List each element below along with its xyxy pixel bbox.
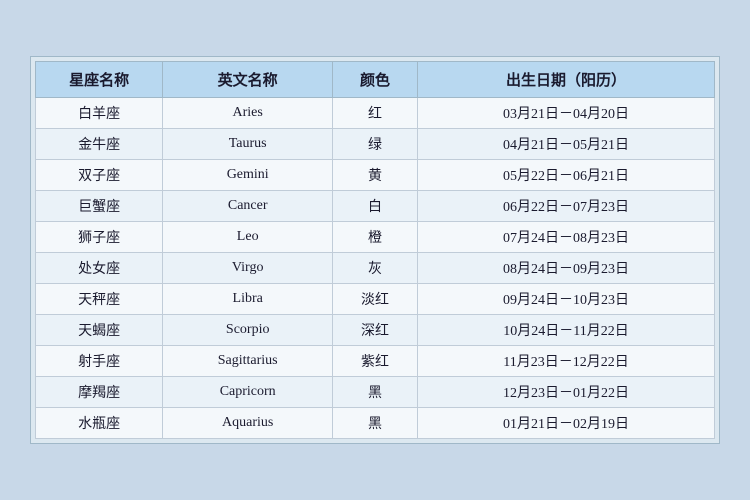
- table-row: 处女座Virgo灰08月24日－09月23日: [36, 253, 715, 284]
- cell-date: 06月22日－07月23日: [417, 191, 714, 222]
- table-header-row: 星座名称 英文名称 颜色 出生日期（阳历）: [36, 62, 715, 98]
- cell-english: Scorpio: [163, 315, 333, 346]
- cell-english: Aquarius: [163, 408, 333, 439]
- cell-chinese: 巨蟹座: [36, 191, 163, 222]
- cell-chinese: 射手座: [36, 346, 163, 377]
- cell-color: 橙: [333, 222, 418, 253]
- cell-date: 11月23日－12月22日: [417, 346, 714, 377]
- cell-color: 白: [333, 191, 418, 222]
- cell-chinese: 金牛座: [36, 129, 163, 160]
- cell-color: 黑: [333, 408, 418, 439]
- cell-date: 09月24日－10月23日: [417, 284, 714, 315]
- cell-date: 01月21日－02月19日: [417, 408, 714, 439]
- table-row: 射手座Sagittarius紫红11月23日－12月22日: [36, 346, 715, 377]
- cell-english: Aries: [163, 98, 333, 129]
- cell-date: 03月21日－04月20日: [417, 98, 714, 129]
- cell-color: 深红: [333, 315, 418, 346]
- table-row: 白羊座Aries红03月21日－04月20日: [36, 98, 715, 129]
- table-row: 天蝎座Scorpio深红10月24日－11月22日: [36, 315, 715, 346]
- cell-english: Libra: [163, 284, 333, 315]
- header-chinese: 星座名称: [36, 62, 163, 98]
- table-row: 金牛座Taurus绿04月21日－05月21日: [36, 129, 715, 160]
- zodiac-table-container: 星座名称 英文名称 颜色 出生日期（阳历） 白羊座Aries红03月21日－04…: [30, 56, 720, 444]
- table-row: 水瓶座Aquarius黑01月21日－02月19日: [36, 408, 715, 439]
- cell-chinese: 水瓶座: [36, 408, 163, 439]
- cell-english: Capricorn: [163, 377, 333, 408]
- cell-english: Virgo: [163, 253, 333, 284]
- cell-chinese: 双子座: [36, 160, 163, 191]
- cell-chinese: 处女座: [36, 253, 163, 284]
- cell-english: Cancer: [163, 191, 333, 222]
- table-row: 双子座Gemini黄05月22日－06月21日: [36, 160, 715, 191]
- cell-english: Sagittarius: [163, 346, 333, 377]
- cell-date: 12月23日－01月22日: [417, 377, 714, 408]
- cell-color: 红: [333, 98, 418, 129]
- cell-color: 淡红: [333, 284, 418, 315]
- cell-date: 04月21日－05月21日: [417, 129, 714, 160]
- cell-chinese: 狮子座: [36, 222, 163, 253]
- cell-date: 05月22日－06月21日: [417, 160, 714, 191]
- table-row: 狮子座Leo橙07月24日－08月23日: [36, 222, 715, 253]
- cell-english: Leo: [163, 222, 333, 253]
- cell-color: 黑: [333, 377, 418, 408]
- cell-date: 08月24日－09月23日: [417, 253, 714, 284]
- header-date: 出生日期（阳历）: [417, 62, 714, 98]
- header-english: 英文名称: [163, 62, 333, 98]
- cell-date: 07月24日－08月23日: [417, 222, 714, 253]
- table-row: 巨蟹座Cancer白06月22日－07月23日: [36, 191, 715, 222]
- cell-color: 灰: [333, 253, 418, 284]
- cell-english: Taurus: [163, 129, 333, 160]
- header-color: 颜色: [333, 62, 418, 98]
- table-row: 摩羯座Capricorn黑12月23日－01月22日: [36, 377, 715, 408]
- cell-chinese: 天秤座: [36, 284, 163, 315]
- cell-english: Gemini: [163, 160, 333, 191]
- zodiac-table: 星座名称 英文名称 颜色 出生日期（阳历） 白羊座Aries红03月21日－04…: [35, 61, 715, 439]
- cell-chinese: 天蝎座: [36, 315, 163, 346]
- cell-color: 紫红: [333, 346, 418, 377]
- cell-chinese: 白羊座: [36, 98, 163, 129]
- table-row: 天秤座Libra淡红09月24日－10月23日: [36, 284, 715, 315]
- cell-color: 黄: [333, 160, 418, 191]
- cell-date: 10月24日－11月22日: [417, 315, 714, 346]
- cell-chinese: 摩羯座: [36, 377, 163, 408]
- cell-color: 绿: [333, 129, 418, 160]
